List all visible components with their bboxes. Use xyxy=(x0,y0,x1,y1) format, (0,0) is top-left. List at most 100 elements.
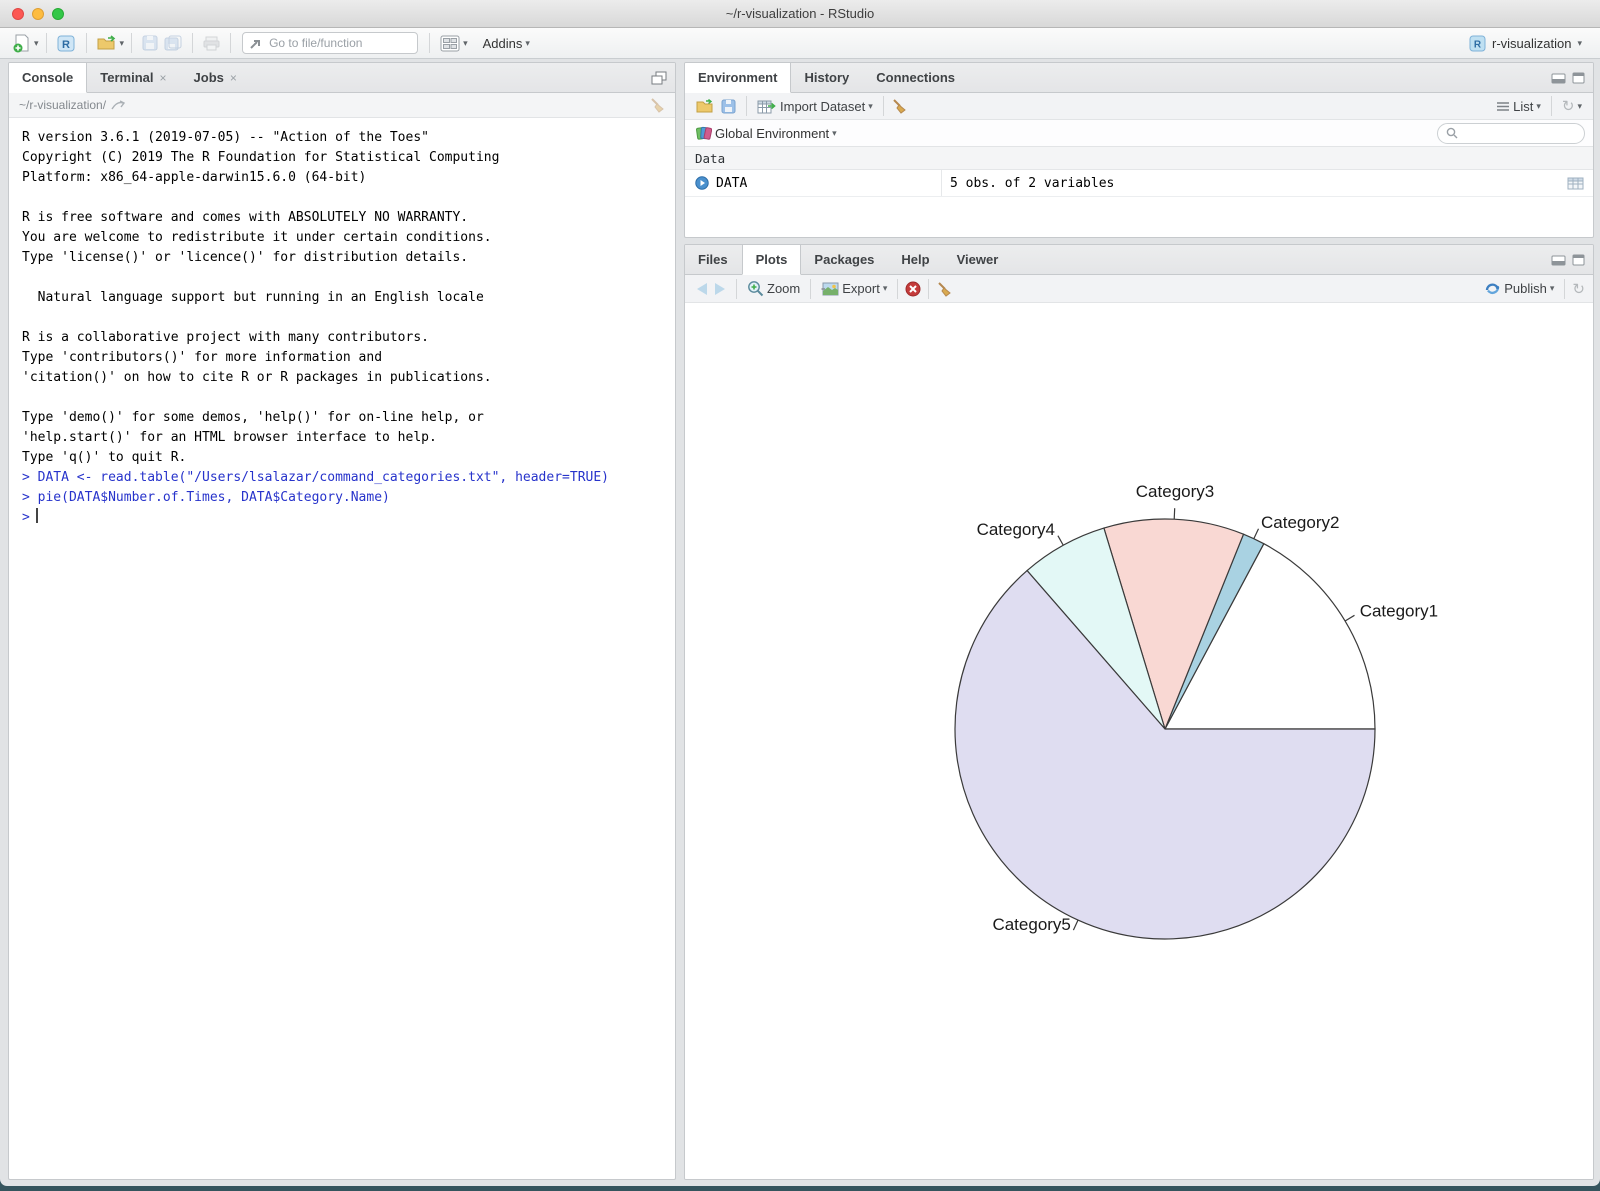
pane-layout-button[interactable] xyxy=(437,33,463,54)
show-panes-icon[interactable] xyxy=(651,71,667,86)
environment-scope-selector[interactable]: Global Environment ▾ xyxy=(693,124,840,143)
tab-connections-label: Connections xyxy=(876,70,955,85)
export-plot-button[interactable]: Export ▾ xyxy=(818,279,890,298)
tab-plots-label: Plots xyxy=(756,252,788,267)
tab-files[interactable]: Files xyxy=(685,245,742,274)
pane-layout-caret[interactable]: ▾ xyxy=(463,39,468,48)
publish-plot-button[interactable]: Publish ▾ xyxy=(1481,279,1557,298)
pie-label-tick xyxy=(1058,536,1063,546)
view-table-icon[interactable] xyxy=(1567,177,1584,190)
open-folder-icon xyxy=(97,35,117,51)
svg-text:R: R xyxy=(62,39,70,51)
close-icon[interactable]: × xyxy=(160,71,167,85)
remove-plot-icon[interactable] xyxy=(905,281,921,297)
working-directory: ~/r-visualization/ xyxy=(19,98,106,112)
list-view-caret: ▾ xyxy=(1536,102,1541,111)
next-plot-button[interactable] xyxy=(715,283,725,295)
refresh-caret: ▾ xyxy=(1577,102,1582,111)
list-view-button[interactable]: List ▾ xyxy=(1493,97,1544,116)
open-file-button[interactable] xyxy=(94,33,120,53)
load-workspace-button[interactable] xyxy=(693,97,718,116)
publish-caret: ▾ xyxy=(1550,284,1555,293)
tab-plots[interactable]: Plots xyxy=(742,245,802,275)
tab-files-label: Files xyxy=(698,252,728,267)
save-workspace-button[interactable] xyxy=(718,97,739,116)
project-cube-icon: R xyxy=(57,34,76,53)
rstudio-window: ~/r-visualization - RStudio ▾ R ▾ xyxy=(0,0,1600,1186)
save-button[interactable] xyxy=(139,33,161,53)
maximize-pane-icon[interactable] xyxy=(1572,72,1585,84)
pie-label-category5: Category5 xyxy=(992,915,1070,934)
tab-packages[interactable]: Packages xyxy=(801,245,888,274)
export-image-icon xyxy=(821,282,839,296)
new-file-button[interactable] xyxy=(10,32,34,55)
addins-label: Addins xyxy=(483,36,523,51)
clear-plots-icon[interactable] xyxy=(936,281,952,297)
open-file-menu-caret[interactable]: ▾ xyxy=(120,39,125,48)
project-selector[interactable]: R r-visualization ▾ xyxy=(1469,35,1590,52)
refresh-icon: ↻ xyxy=(1562,97,1575,115)
tab-jobs[interactable]: Jobs × xyxy=(181,63,251,92)
goto-file-input[interactable]: Go to file/function xyxy=(242,32,418,54)
export-label: Export xyxy=(842,281,880,296)
pie-label-tick xyxy=(1254,529,1259,539)
tab-environment[interactable]: Environment xyxy=(685,63,791,93)
tab-viewer-label: Viewer xyxy=(957,252,999,267)
zoom-label: Zoom xyxy=(767,281,800,296)
environment-tabbar: Environment History Connections xyxy=(685,63,1593,93)
maximize-pane-icon[interactable] xyxy=(1572,254,1585,266)
pie-label-tick xyxy=(1073,920,1078,930)
print-button[interactable] xyxy=(200,34,223,53)
console-command-1: > DATA <- read.table("/Users/lsalazar/co… xyxy=(22,468,675,488)
clear-console-icon[interactable] xyxy=(649,97,665,113)
new-file-icon xyxy=(13,34,31,53)
list-view-label: List xyxy=(1513,99,1533,114)
addins-caret: ▾ xyxy=(525,39,530,48)
console-output[interactable]: R version 3.6.1 (2019-07-05) -- "Action … xyxy=(9,118,675,528)
expand-object-icon[interactable] xyxy=(695,176,709,190)
environment-object-row[interactable]: DATA 5 obs. of 2 variables xyxy=(685,170,1593,197)
zoom-plot-button[interactable]: Zoom xyxy=(744,278,803,299)
print-icon xyxy=(203,36,220,51)
pie-label-tick xyxy=(1174,508,1175,519)
tab-history-label: History xyxy=(804,70,849,85)
refresh-environment-button[interactable]: ↻ ▾ xyxy=(1559,95,1585,117)
tab-history[interactable]: History xyxy=(791,63,863,92)
close-icon[interactable]: × xyxy=(230,71,237,85)
project-icon: R xyxy=(1469,35,1486,52)
tab-console[interactable]: Console xyxy=(9,63,87,93)
console-banner: R version 3.6.1 (2019-07-05) -- "Action … xyxy=(22,128,675,468)
tab-connections[interactable]: Connections xyxy=(863,63,969,92)
import-dataset-button[interactable]: Import Dataset ▾ xyxy=(754,97,876,116)
goto-directory-icon[interactable] xyxy=(111,100,125,111)
tab-help[interactable]: Help xyxy=(888,245,943,274)
publish-label: Publish xyxy=(1504,281,1547,296)
list-icon xyxy=(1496,101,1510,112)
new-project-button[interactable]: R xyxy=(54,32,79,55)
environment-scope-label: Global Environment xyxy=(715,126,829,141)
tab-terminal-label: Terminal xyxy=(100,70,153,85)
previous-plot-button[interactable] xyxy=(697,283,707,295)
text-cursor xyxy=(36,508,38,523)
import-dataset-icon xyxy=(757,99,777,114)
save-all-button[interactable] xyxy=(161,33,185,53)
zoom-magnifier-icon xyxy=(747,280,764,297)
console-prompt: > xyxy=(22,510,30,525)
search-icon xyxy=(1446,127,1458,139)
refresh-plot-icon[interactable]: ↻ xyxy=(1572,280,1585,298)
addins-button[interactable]: Addins ▾ xyxy=(480,34,533,53)
minimize-pane-icon[interactable] xyxy=(1551,73,1566,84)
object-name: DATA xyxy=(716,176,747,191)
tab-terminal[interactable]: Terminal × xyxy=(87,63,180,92)
environment-search-input[interactable] xyxy=(1437,123,1585,144)
environment-scope-bar: Global Environment ▾ xyxy=(685,120,1593,147)
project-caret: ▾ xyxy=(1577,39,1582,48)
object-value: 5 obs. of 2 variables xyxy=(942,176,1557,191)
minimize-pane-icon[interactable] xyxy=(1551,255,1566,266)
title-bar: ~/r-visualization - RStudio xyxy=(0,0,1600,28)
clear-objects-icon[interactable] xyxy=(891,98,907,114)
tab-help-label: Help xyxy=(901,252,929,267)
tab-viewer[interactable]: Viewer xyxy=(944,245,1013,274)
console-tabbar: Console Terminal × Jobs × xyxy=(9,63,675,93)
new-file-menu-caret[interactable]: ▾ xyxy=(34,39,39,48)
